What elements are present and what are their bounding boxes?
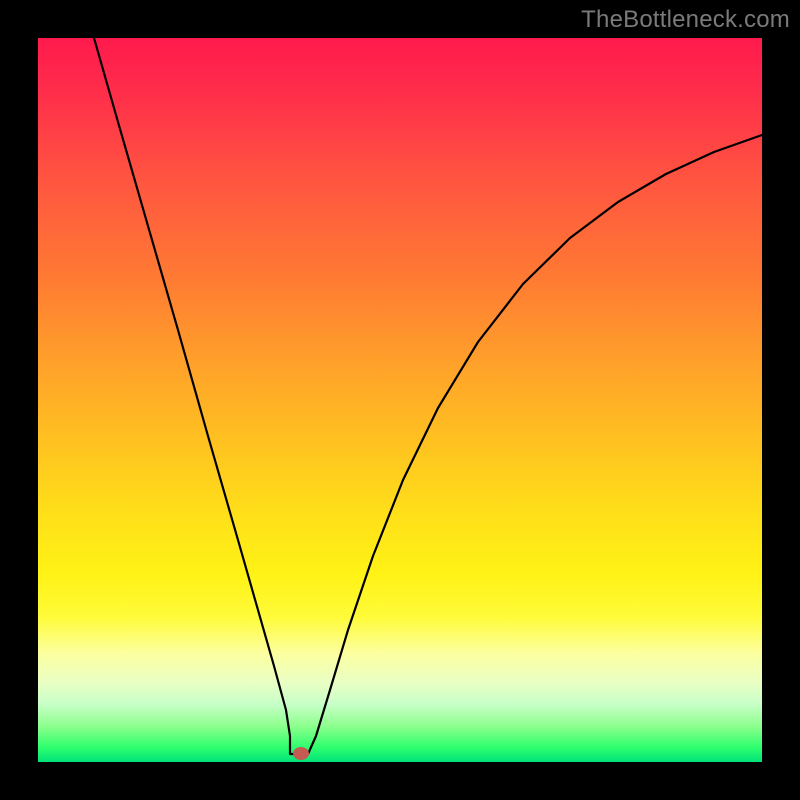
curve-svg xyxy=(38,38,762,762)
watermark-text: TheBottleneck.com xyxy=(581,6,790,34)
plot-area xyxy=(38,38,762,762)
bottleneck-curve xyxy=(94,38,762,754)
optimum-marker xyxy=(293,747,309,760)
chart-frame: TheBottleneck.com xyxy=(0,0,800,800)
